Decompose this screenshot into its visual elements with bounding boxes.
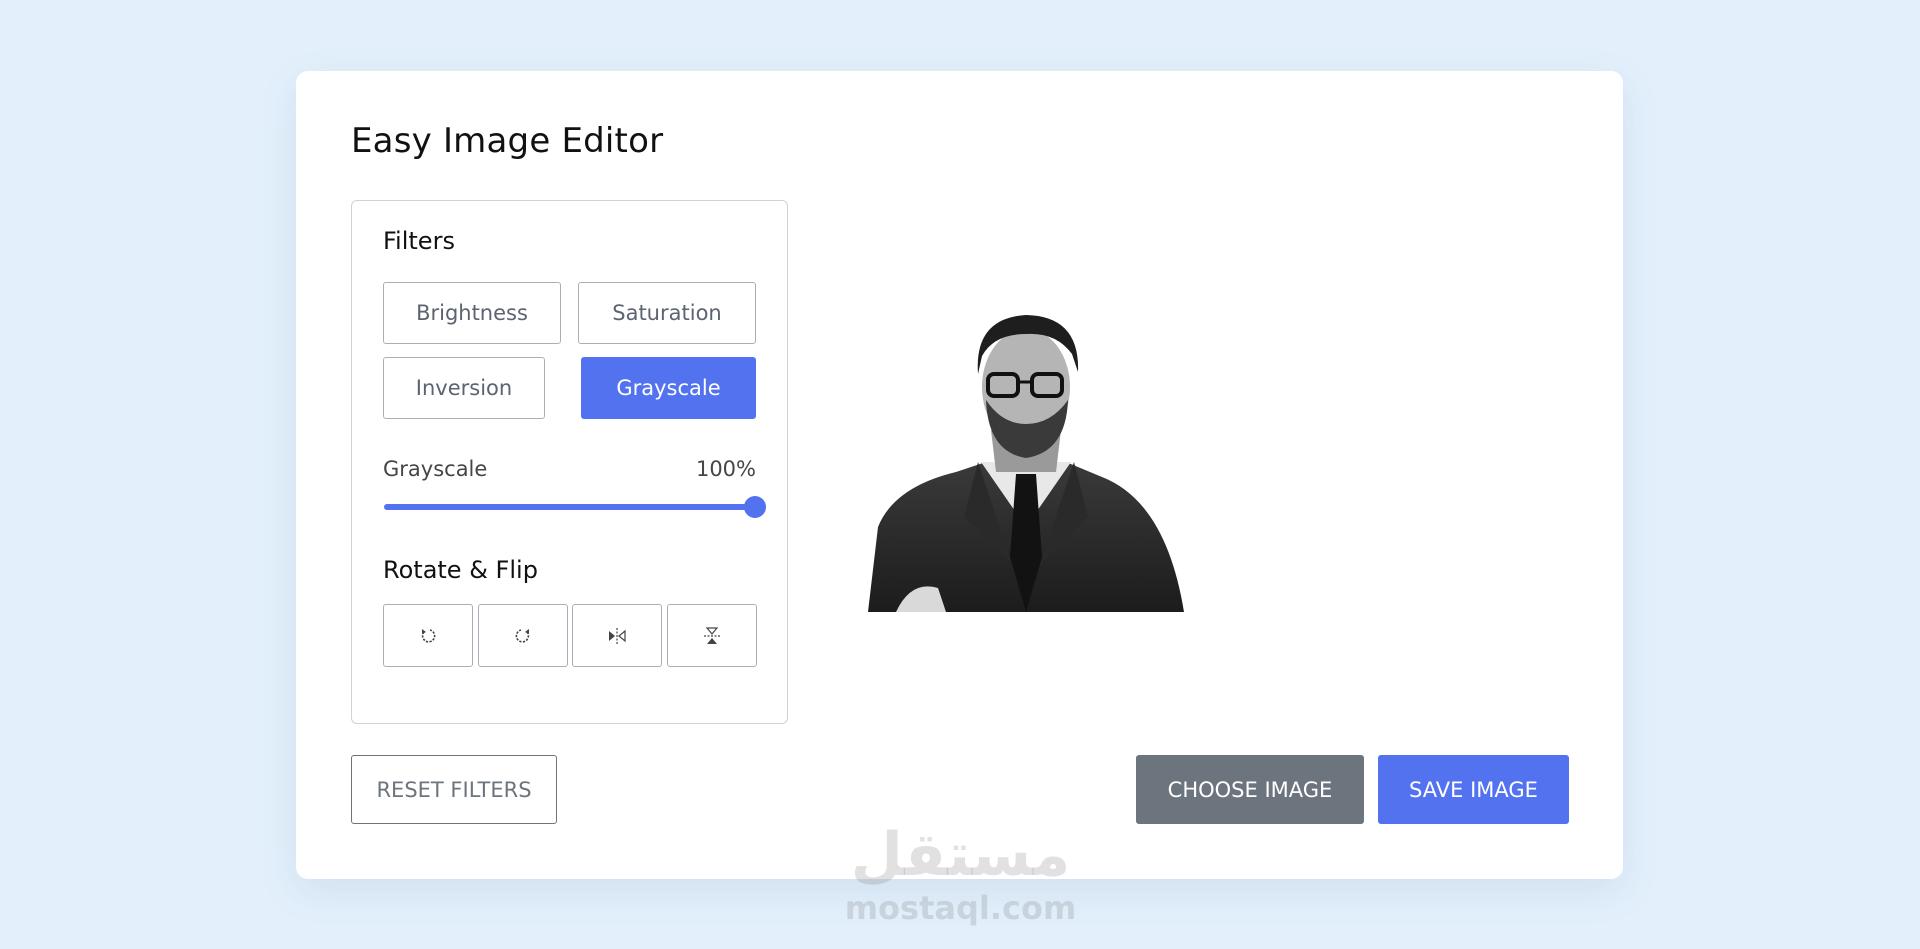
controls-panel: Filters Brightness Saturation Inversion … xyxy=(351,200,788,724)
flip-vertical-icon xyxy=(704,626,720,644)
page-title: Easy Image Editor xyxy=(351,121,664,161)
saturation-filter-button[interactable]: Saturation xyxy=(578,282,756,344)
save-image-button[interactable]: SAVE IMAGE xyxy=(1378,755,1569,824)
inversion-filter-button[interactable]: Inversion xyxy=(383,357,545,419)
rotate-right-icon xyxy=(515,628,530,643)
slider-thumb[interactable] xyxy=(744,496,766,518)
image-preview xyxy=(868,315,1184,612)
filters-heading: Filters xyxy=(383,227,455,255)
slider-value: 100% xyxy=(695,457,756,481)
slider-track[interactable] xyxy=(384,504,755,510)
brightness-filter-button[interactable]: Brightness xyxy=(383,282,561,344)
rotate-flip-heading: Rotate & Flip xyxy=(383,556,538,584)
flip-vertical-button[interactable] xyxy=(667,604,757,667)
choose-image-button[interactable]: CHOOSE IMAGE xyxy=(1136,755,1364,824)
flip-horizontal-icon xyxy=(609,627,626,644)
flip-horizontal-button[interactable] xyxy=(572,604,662,667)
reset-filters-button[interactable]: RESET FILTERS xyxy=(351,755,557,824)
grayscale-filter-button[interactable]: Grayscale xyxy=(581,357,756,419)
watermark-arabic: مستقل xyxy=(850,820,1071,890)
rotate-left-button[interactable] xyxy=(383,604,473,667)
watermark-text: mostaql.com xyxy=(844,889,1077,927)
watermark-logo: مستقل mostaql.com xyxy=(843,820,1078,930)
rotate-right-button[interactable] xyxy=(478,604,568,667)
slider-name: Grayscale xyxy=(383,457,488,481)
editor-card: Easy Image Editor Filters Brightness Sat… xyxy=(296,71,1623,879)
rotate-left-icon xyxy=(421,628,436,643)
